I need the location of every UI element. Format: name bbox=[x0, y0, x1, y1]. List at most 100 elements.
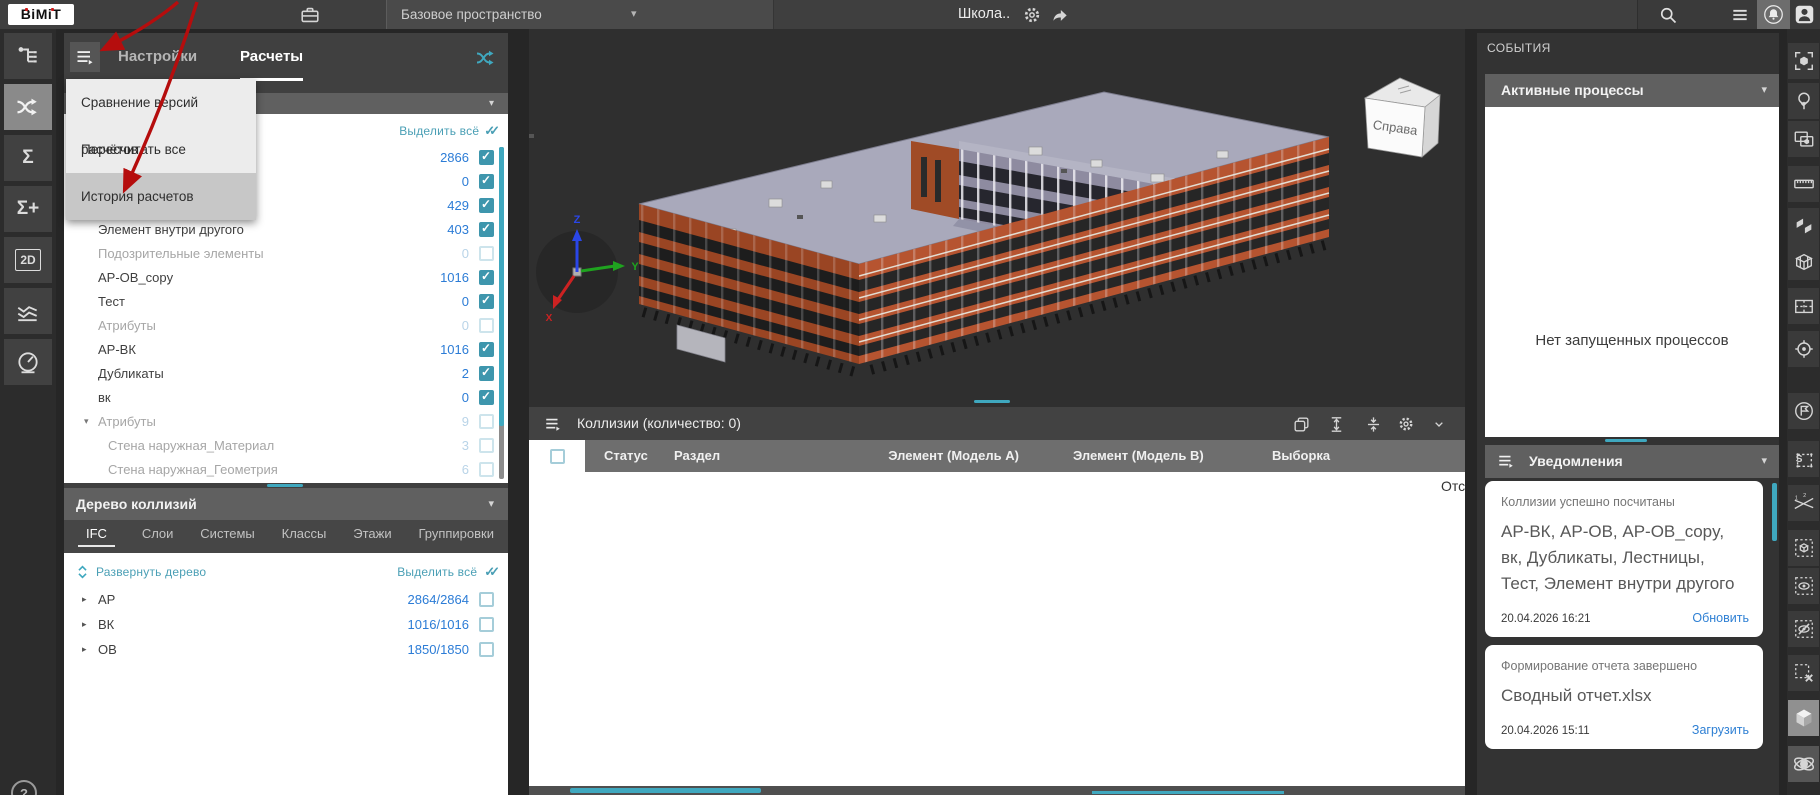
flag-icon[interactable] bbox=[1788, 393, 1819, 429]
tab-nastroyki[interactable]: Настройки bbox=[118, 33, 197, 81]
model-tree-icon[interactable] bbox=[4, 33, 52, 79]
menu-item[interactable]: Пересчитать все bbox=[66, 126, 256, 173]
checkbox[interactable] bbox=[479, 642, 494, 657]
active-processes-header[interactable]: Активные процессы ▾ bbox=[1485, 74, 1779, 107]
ruler-icon[interactable] bbox=[1788, 166, 1819, 202]
sum-icon[interactable]: Σ bbox=[4, 135, 52, 181]
tree-filter-icon[interactable] bbox=[1788, 83, 1819, 119]
notifications-scrollbar[interactable] bbox=[1772, 483, 1777, 541]
h-scrollbar-thumb[interactable] bbox=[570, 788, 761, 793]
locate-icon[interactable] bbox=[1788, 331, 1819, 367]
menu-arrow-icon[interactable] bbox=[1497, 452, 1515, 470]
tree-tab[interactable]: Этажи bbox=[353, 526, 391, 547]
checkbox[interactable] bbox=[479, 294, 494, 309]
settings-gear-icon[interactable] bbox=[1020, 3, 1044, 27]
tab-raschety[interactable]: Расчеты bbox=[240, 33, 303, 81]
briefcase-icon[interactable] bbox=[298, 3, 322, 27]
selection-settings-icon[interactable]: S bbox=[1788, 441, 1819, 477]
user-avatar-icon[interactable] bbox=[1794, 4, 1815, 25]
list-view-icon[interactable] bbox=[1728, 3, 1752, 27]
expand-rows-icon[interactable] bbox=[1324, 412, 1348, 436]
floor-plan-icon[interactable] bbox=[1788, 288, 1819, 324]
charts-icon[interactable] bbox=[4, 288, 52, 334]
search-icon[interactable] bbox=[1656, 3, 1680, 27]
solid-view-icon[interactable] bbox=[1788, 700, 1819, 736]
expander-right-icon[interactable]: ▸ bbox=[82, 619, 98, 630]
copy-icon[interactable] bbox=[1289, 412, 1313, 436]
h-scrollbar-line[interactable] bbox=[1092, 791, 1284, 794]
tree-tab[interactable]: Системы bbox=[200, 526, 254, 547]
checkbox[interactable] bbox=[479, 222, 494, 237]
notifications-bell-icon[interactable] bbox=[1757, 0, 1790, 29]
checkbox[interactable] bbox=[479, 414, 494, 429]
expander-right-icon[interactable]: ▸ bbox=[82, 644, 98, 655]
orbit-icon[interactable] bbox=[1788, 746, 1819, 782]
column-header[interactable]: Раздел bbox=[674, 440, 720, 472]
menu-arrow-icon[interactable] bbox=[541, 412, 565, 436]
checkbox[interactable] bbox=[479, 366, 494, 381]
checkbox[interactable] bbox=[479, 390, 494, 405]
chevron-down-icon[interactable] bbox=[1427, 412, 1451, 436]
hide-box-icon[interactable] bbox=[1788, 611, 1819, 647]
clip-box-icon[interactable] bbox=[1788, 244, 1819, 280]
isolate-selection-icon[interactable] bbox=[1788, 121, 1819, 157]
select-all-checkbox[interactable] bbox=[550, 449, 565, 464]
column-header[interactable]: Статус bbox=[604, 440, 648, 472]
bimit-logo[interactable]: BiMiT bbox=[8, 4, 74, 25]
expand-collapse-icon[interactable] bbox=[76, 564, 89, 580]
fit-view-icon[interactable] bbox=[1788, 43, 1819, 79]
column-header[interactable]: Элемент (Модель B) bbox=[1073, 440, 1204, 472]
checks-scrollbar-thumb[interactable] bbox=[499, 147, 504, 426]
select-all-link[interactable]: Выделить всё ✓✓ bbox=[399, 123, 500, 139]
isolate-box-icon[interactable] bbox=[1788, 530, 1819, 566]
workspace-selector[interactable]: Базовое пространство ▾ bbox=[386, 0, 774, 29]
checkbox[interactable] bbox=[479, 150, 494, 165]
tree-row[interactable]: ▸ ВК 1016/1016 bbox=[64, 612, 508, 637]
checkbox[interactable] bbox=[479, 318, 494, 333]
checkbox[interactable] bbox=[479, 592, 494, 607]
dashboard-gauge-icon[interactable] bbox=[4, 339, 52, 385]
nav-cube[interactable]: Справа bbox=[1365, 78, 1440, 157]
help-icon[interactable]: ? bbox=[11, 780, 37, 795]
gear-icon[interactable] bbox=[1394, 412, 1418, 436]
collisions-shuffle-icon[interactable] bbox=[474, 46, 498, 70]
share-icon[interactable] bbox=[1048, 3, 1072, 27]
column-header[interactable]: Выборка bbox=[1272, 440, 1330, 472]
menu-item[interactable]: Сравнение версий расчётов bbox=[66, 79, 256, 126]
panel-resize-handle[interactable] bbox=[1605, 439, 1647, 442]
clear-selection-box-icon[interactable] bbox=[1788, 655, 1819, 691]
section-plane-icon[interactable] bbox=[1788, 208, 1819, 244]
tree-tab[interactable]: Классы bbox=[282, 526, 327, 547]
collision-tree-header[interactable]: Дерево коллизий ▾ bbox=[64, 488, 508, 520]
panel-resize-handle[interactable] bbox=[974, 400, 1010, 403]
notification-action-link[interactable]: Загрузить bbox=[1692, 723, 1749, 737]
tree-tab[interactable]: IFC bbox=[78, 526, 115, 547]
tree-row[interactable]: ▸ АР 2864/2864 bbox=[64, 587, 508, 612]
notification-action-link[interactable]: Обновить bbox=[1692, 611, 1749, 625]
column-header[interactable]: Элемент (Модель А) bbox=[859, 440, 1019, 472]
checkbox[interactable] bbox=[479, 617, 494, 632]
tree-tab[interactable]: Слои bbox=[142, 526, 174, 547]
checkbox[interactable] bbox=[479, 342, 494, 357]
show-box-icon[interactable] bbox=[1788, 568, 1819, 604]
checkbox[interactable] bbox=[479, 462, 494, 477]
collisions-icon[interactable] bbox=[4, 84, 52, 130]
fit-rows-icon[interactable] bbox=[1361, 412, 1385, 436]
measure-axes-icon[interactable]: 1 2 bbox=[1788, 485, 1819, 521]
panel-menu-button[interactable] bbox=[70, 42, 100, 72]
checkbox[interactable] bbox=[479, 438, 494, 453]
checkbox[interactable] bbox=[479, 174, 494, 189]
expander-right-icon[interactable]: ▸ bbox=[82, 594, 98, 605]
expander-icon[interactable]: ▾ bbox=[84, 416, 98, 427]
checkbox[interactable] bbox=[479, 270, 494, 285]
checkbox[interactable] bbox=[479, 246, 494, 261]
checkbox[interactable] bbox=[479, 198, 494, 213]
panel-resize-handle[interactable] bbox=[267, 484, 303, 487]
tree-row[interactable]: ▸ ОВ 1850/1850 bbox=[64, 637, 508, 662]
2d-view-icon[interactable]: 2D bbox=[4, 237, 52, 283]
sum-add-icon[interactable]: Σ+ bbox=[4, 186, 52, 232]
expand-tree-link[interactable]: Развернуть дерево bbox=[96, 565, 206, 579]
menu-item[interactable]: История расчетов bbox=[66, 173, 256, 220]
tree-select-all-link[interactable]: Выделить всё bbox=[397, 565, 477, 579]
tree-tab[interactable]: Группировки bbox=[418, 526, 494, 547]
